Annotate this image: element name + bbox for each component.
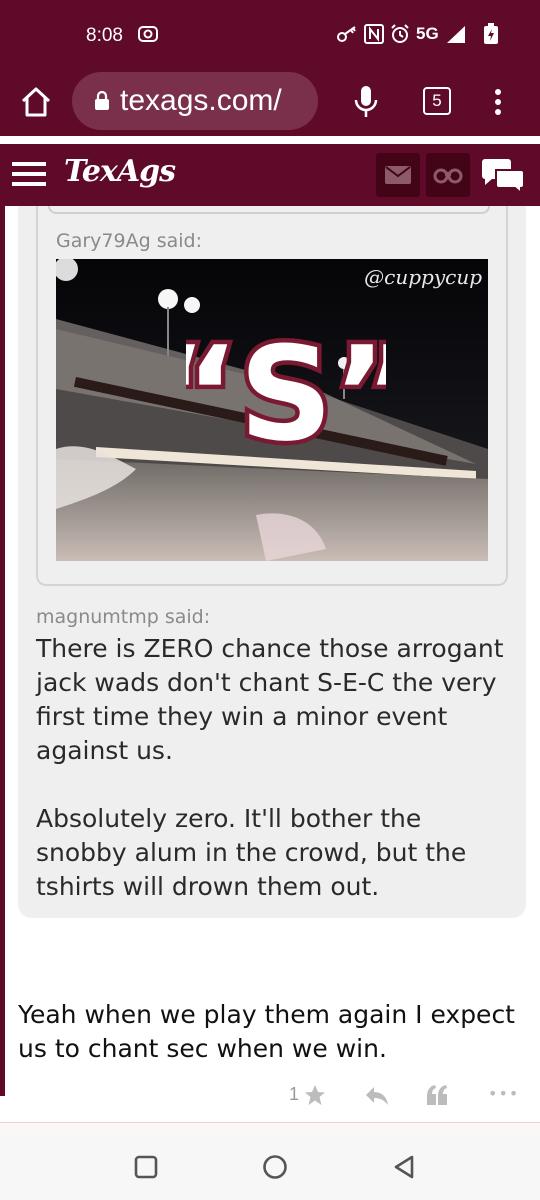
- page-bottom-strip: [0, 1122, 540, 1134]
- star-icon[interactable]: [304, 1084, 326, 1106]
- signal-icon: [446, 26, 465, 43]
- post-actions: 1 •••: [0, 1076, 540, 1116]
- gif-letter-text: “S”: [186, 318, 386, 459]
- system-nav-bar: [0, 1134, 540, 1200]
- quote-icon[interactable]: [426, 1084, 448, 1106]
- more-options-button[interactable]: •••: [488, 1084, 519, 1103]
- status-time: 8:08: [86, 25, 123, 46]
- home-nav-icon[interactable]: [262, 1154, 288, 1180]
- screen-record-icon: [138, 26, 158, 42]
- gif-caption-graphic: “S”: [186, 314, 386, 460]
- tab-switcher-button[interactable]: 5: [423, 87, 451, 115]
- recents-icon[interactable]: [133, 1154, 159, 1180]
- overflow-menu-icon[interactable]: [490, 86, 506, 118]
- messages-button[interactable]: [376, 153, 420, 197]
- mail-icon: [385, 166, 411, 184]
- home-icon[interactable]: [18, 84, 54, 120]
- url-text: texags.com/: [120, 84, 282, 117]
- quote-body: There is ZERO chance those arrogant jack…: [36, 632, 516, 938]
- battery-charging-icon: [483, 23, 498, 44]
- quote-paragraph: There is ZERO chance those arrogant jack…: [36, 634, 504, 765]
- gif-watermark: @cuppycup: [364, 265, 482, 289]
- address-bar[interactable]: texags.com/: [72, 72, 318, 130]
- alarm-icon: [391, 24, 409, 43]
- browser-toolbar: texags.com/ 5: [0, 72, 540, 136]
- thread-content: Gary79Ag said: @cuppycup S magnumtmp sai…: [0, 206, 540, 1126]
- status-bar: 8:08 5G: [0, 0, 540, 72]
- key-icon: [337, 26, 356, 42]
- quote-paragraph: Absolutely zero. It'll bother the snobby…: [36, 804, 467, 901]
- watched-threads-button[interactable]: [426, 153, 470, 197]
- microphone-icon[interactable]: [352, 84, 380, 120]
- back-icon[interactable]: [392, 1154, 418, 1180]
- site-logo[interactable]: TexAgs: [64, 154, 176, 189]
- reply-icon[interactable]: [364, 1084, 390, 1106]
- post-rail: [0, 206, 5, 1096]
- nfc-icon: [364, 24, 384, 44]
- site-header: TexAgs: [0, 144, 540, 206]
- reply-body: Yeah when we play them again I expect us…: [18, 1000, 515, 1063]
- chat-icon[interactable]: [480, 158, 526, 194]
- inner-quote-author[interactable]: Gary79Ag said:: [56, 230, 202, 252]
- stadium-gif[interactable]: @cuppycup “S”: [56, 259, 488, 561]
- hamburger-menu-icon[interactable]: [12, 160, 46, 188]
- network-type: 5G: [416, 24, 439, 43]
- like-count: 1: [289, 1084, 300, 1104]
- binoculars-icon: [433, 168, 463, 184]
- outer-quote-author[interactable]: magnumtmp said:: [36, 606, 210, 628]
- lock-icon: [95, 91, 109, 110]
- status-icons: 5G: [336, 22, 499, 46]
